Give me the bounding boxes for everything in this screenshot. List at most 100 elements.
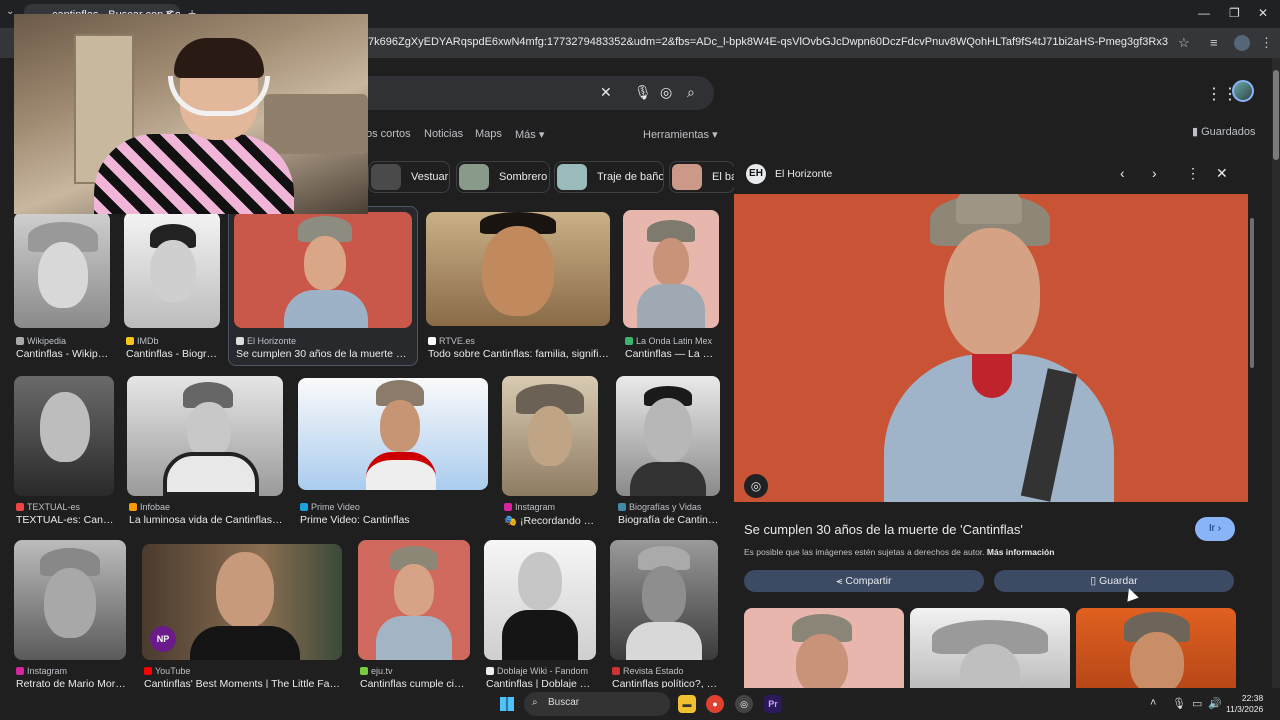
tab-short-videos[interactable]: os cortos (366, 128, 411, 140)
page-scrollbar-thumb[interactable] (1273, 70, 1279, 160)
result-source: Infobae (129, 502, 283, 512)
next-icon[interactable]: › (1152, 165, 1157, 181)
tools-button[interactable]: Herramientas ▾ (643, 128, 718, 141)
source-favicon-icon (129, 503, 137, 511)
clear-search-icon[interactable]: ✕ (600, 84, 612, 101)
lens-icon[interactable]: ◎ (660, 84, 672, 101)
chip-thumbnail (459, 164, 489, 190)
result-title[interactable]: TEXTUAL-es: Canti... (16, 514, 114, 526)
volume-icon[interactable]: 🔊 (1208, 697, 1222, 710)
result-title[interactable]: Biografía de Cantinfl... (618, 514, 720, 526)
related-image[interactable] (1076, 608, 1236, 688)
premiere-pro-icon[interactable]: Pr (764, 695, 782, 713)
windows-start-icon[interactable] (500, 697, 514, 711)
taskbar-search[interactable]: ⌕ Buscar (524, 692, 670, 716)
profile-icon[interactable] (1234, 35, 1250, 51)
chip-label: Traje de baño (597, 171, 664, 183)
microphone-tray-icon[interactable]: 🎙 (1172, 697, 1186, 710)
result-source: La Onda Latin Mex (625, 336, 719, 346)
result-image[interactable] (502, 376, 598, 496)
result-image[interactable]: NP (142, 544, 342, 660)
system-clock[interactable]: 22:38 11/3/2026 (1226, 693, 1263, 715)
result-image[interactable] (14, 212, 110, 328)
chip-el-bar[interactable]: El bar (669, 161, 735, 193)
url-field[interactable]: 7k696ZgXyEDYARqspdE6xwN4mfg:177327948335… (368, 36, 1168, 48)
source-favicon-icon (16, 503, 24, 511)
result-image[interactable] (14, 540, 126, 660)
result-title[interactable]: Se cumplen 30 años de la muerte de '... (236, 348, 412, 360)
close-icon[interactable]: ✕ (1216, 165, 1228, 182)
preview-image[interactable]: ◎ (734, 194, 1248, 502)
network-icon[interactable]: ▭ (1192, 697, 1202, 710)
result-image[interactable] (298, 378, 488, 490)
minimize-icon[interactable]: — (1198, 6, 1210, 20)
clock-date: 11/3/2026 (1226, 704, 1264, 714)
related-image[interactable] (910, 608, 1070, 688)
lens-search-icon[interactable]: ◎ (744, 474, 768, 498)
source-favicon-icon (618, 503, 626, 511)
result-image[interactable] (124, 212, 220, 328)
channel-logo: NP (150, 626, 176, 652)
preview-title[interactable]: Se cumplen 30 años de la muerte de 'Cant… (744, 522, 1023, 537)
tab-more[interactable]: Más ▾ (515, 128, 544, 141)
preview-source[interactable]: El Horizonte (775, 168, 832, 180)
maximize-icon[interactable]: ❐ (1229, 6, 1240, 20)
source-favicon-icon (300, 503, 308, 511)
chip-vestuario[interactable]: Vestuario (368, 161, 450, 193)
bookmark-icon: ▮ (1192, 126, 1202, 138)
search-icon[interactable]: ⌕ (687, 84, 695, 101)
related-image[interactable] (744, 608, 904, 688)
result-title[interactable]: Prime Video: Cantinflas (300, 514, 488, 526)
visit-button[interactable]: Ir › (1195, 517, 1235, 541)
result-title[interactable]: La luminosa vida de Cantinflas: d... (129, 514, 283, 526)
more-info-link[interactable]: Más información (987, 547, 1055, 557)
account-avatar[interactable] (1232, 80, 1254, 102)
result-image[interactable] (610, 540, 718, 660)
clock-time: 22:38 (1241, 693, 1264, 703)
previous-icon[interactable]: ‹ (1120, 165, 1125, 181)
browser-menu-icon[interactable]: ⋮ (1260, 35, 1273, 51)
source-favicon-icon (625, 337, 633, 345)
result-source: Instagram (504, 502, 598, 512)
file-explorer-icon[interactable]: ▬ (678, 695, 696, 713)
chip-traje-de-bano[interactable]: Traje de baño (554, 161, 664, 193)
saved-button[interactable]: ▮ Guardados (1192, 125, 1256, 138)
tray-chevron-icon[interactable]: ˄ (1150, 697, 1156, 709)
result-image[interactable] (616, 376, 720, 496)
result-title[interactable]: 🎭 ¡Recordando a ... (504, 514, 598, 527)
result-image[interactable] (234, 212, 412, 328)
save-button[interactable]: ▯ Guardar (994, 570, 1234, 592)
chrome-icon[interactable]: ● (706, 695, 724, 713)
result-source: YouTube (144, 666, 342, 676)
result-source: IMDb (126, 336, 220, 346)
result-title[interactable]: Cantinflas - Wikipe... (16, 348, 110, 360)
source-favicon-icon (16, 337, 24, 345)
result-image[interactable] (623, 210, 719, 328)
chip-thumbnail (371, 164, 401, 190)
taskbar: ⌕ Buscar ▬ ● ◎ Pr ˄ 🎙 ▭ 🔊 22:38 11/3/202… (0, 688, 1280, 720)
tab-news[interactable]: Noticias (424, 128, 463, 140)
close-window-icon[interactable]: ✕ (1258, 6, 1268, 20)
more-options-icon[interactable]: ⋮ (1186, 165, 1200, 182)
result-image[interactable] (484, 540, 596, 660)
result-title[interactable]: Cantinflas - Biogra... (126, 348, 220, 360)
bookmark-star-icon[interactable]: ☆ (1178, 35, 1190, 51)
chip-sombrero[interactable]: Sombrero (456, 161, 550, 193)
result-title[interactable]: Cantinflas — La O... (625, 348, 719, 360)
reading-list-icon[interactable]: ≡ (1210, 35, 1218, 50)
result-title[interactable]: Todo sobre Cantinflas: familia, signific… (428, 348, 610, 360)
search-box[interactable]: ✕ 🎙 ◎ ⌕ (360, 76, 714, 110)
microphone-icon[interactable]: 🎙 (634, 84, 652, 101)
result-source: Doblaje Wiki - Fandom (486, 666, 596, 676)
chip-label: El bar (712, 171, 734, 183)
result-source: Prime Video (300, 502, 488, 512)
result-image[interactable] (426, 212, 610, 326)
share-button[interactable]: ⪪ Compartir (744, 570, 984, 592)
result-image[interactable] (358, 540, 470, 660)
result-image[interactable] (127, 376, 283, 496)
tab-maps[interactable]: Maps (475, 128, 502, 140)
result-image[interactable] (14, 376, 114, 496)
bookmark-icon: ▯ (1090, 575, 1100, 587)
streaming-app-icon[interactable]: ◎ (735, 695, 753, 713)
panel-scrollbar[interactable] (1250, 218, 1254, 368)
